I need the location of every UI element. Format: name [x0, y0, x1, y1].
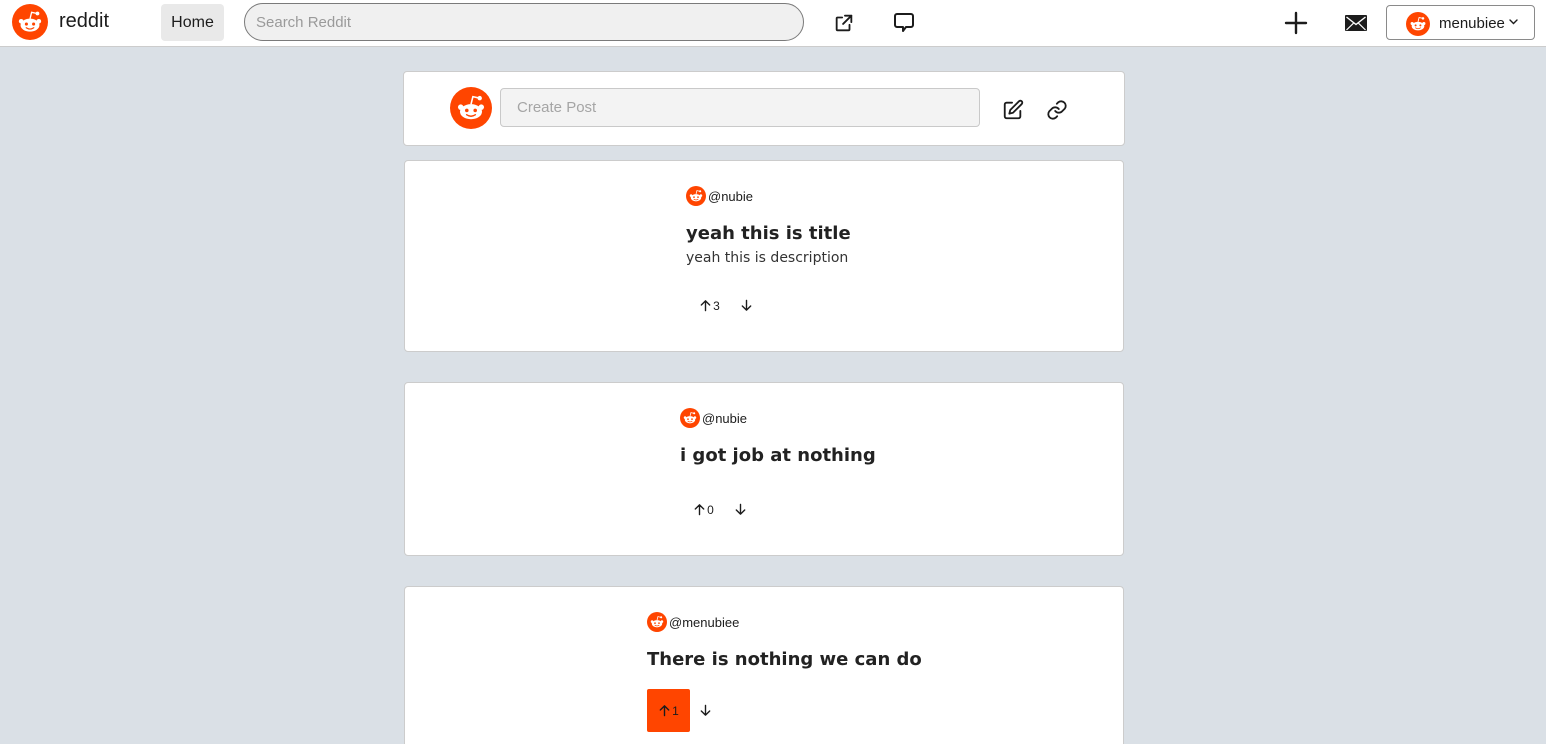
arrow-down-icon [740, 299, 753, 312]
downvote-button[interactable] [729, 499, 751, 521]
post-title[interactable]: yeah this is title [686, 223, 851, 244]
post-title[interactable]: There is nothing we can do [647, 649, 922, 670]
username-label: menubiee [1439, 15, 1505, 32]
arrow-up-icon [658, 704, 671, 717]
author-avatar-icon [647, 612, 667, 632]
link-icon [1047, 100, 1067, 120]
upvote-button[interactable]: 0 [682, 488, 725, 531]
post-title[interactable]: i got job at nothing [680, 445, 876, 466]
edit-icon [1003, 99, 1024, 120]
post-card[interactable]: @nubie yeah this is title yeah this is d… [404, 160, 1124, 352]
user-menu-dropdown[interactable]: menubiee [1386, 5, 1535, 40]
external-link-icon [835, 14, 853, 32]
arrow-down-icon [734, 503, 747, 516]
post-author[interactable]: @nubie [686, 186, 851, 206]
vote-count: 3 [713, 298, 720, 313]
upvote-button[interactable]: 3 [688, 284, 731, 327]
post-card[interactable]: @nubie i got job at nothing 0 [404, 382, 1124, 556]
home-button[interactable]: Home [161, 4, 224, 41]
post-author[interactable]: @menubiee [647, 612, 922, 632]
author-name: @nubie [708, 188, 754, 204]
top-nav-bar: reddit Home menubiee [0, 0, 1546, 47]
user-avatar-icon[interactable] [450, 87, 492, 129]
author-name: @nubie [702, 410, 748, 426]
plus-icon [1284, 11, 1308, 35]
chat-button[interactable] [891, 10, 917, 36]
vote-count: 1 [672, 703, 679, 718]
post-author[interactable]: @nubie [680, 408, 876, 428]
author-avatar-icon [686, 186, 706, 206]
arrow-up-icon [699, 299, 712, 312]
downvote-button[interactable] [694, 700, 716, 722]
vote-count: 0 [707, 502, 714, 517]
reddit-logo-icon[interactable] [12, 4, 48, 40]
create-text-post-button[interactable] [1000, 97, 1026, 123]
post-card[interactable]: @menubiee There is nothing we can do 1 [404, 586, 1124, 744]
create-post-input[interactable] [500, 88, 980, 127]
user-avatar-icon [1406, 12, 1430, 36]
author-name: @menubiee [669, 614, 740, 630]
vote-controls: 0 [682, 488, 751, 531]
chevron-down-icon [1509, 19, 1518, 25]
upvote-button[interactable]: 1 [647, 689, 690, 732]
create-post-button[interactable] [1283, 10, 1309, 36]
create-post-card [403, 71, 1125, 146]
arrow-down-icon [699, 704, 712, 717]
vote-controls: 1 [647, 689, 716, 732]
arrow-up-icon [693, 503, 706, 516]
brand-name[interactable]: reddit [59, 10, 109, 33]
vote-controls: 3 [688, 284, 757, 327]
create-link-post-button[interactable] [1044, 97, 1070, 123]
mail-icon [1345, 15, 1367, 31]
author-avatar-icon [680, 408, 700, 428]
search-input[interactable] [244, 3, 804, 41]
downvote-button[interactable] [735, 295, 757, 317]
external-link-button[interactable] [831, 10, 857, 36]
chat-bubble-icon [894, 13, 914, 32]
messages-button[interactable] [1343, 10, 1369, 36]
post-description: yeah this is description [686, 250, 849, 266]
